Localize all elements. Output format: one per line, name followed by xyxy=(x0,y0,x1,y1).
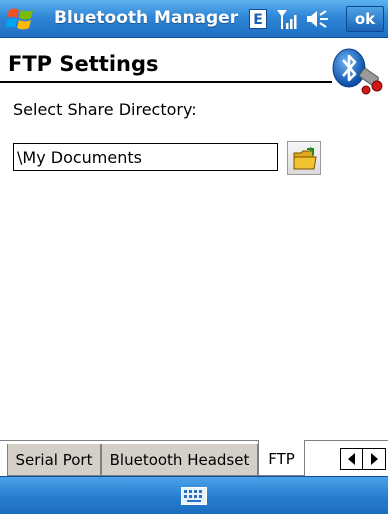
bluetooth-logo-icon xyxy=(332,48,383,95)
tab-scroll-buttons xyxy=(340,448,386,470)
tab-scroll-right-button[interactable] xyxy=(363,449,385,469)
edge-network-indicator[interactable]: E xyxy=(249,9,267,29)
tab-strip-border xyxy=(0,440,388,441)
signal-strength-icon[interactable] xyxy=(276,8,298,30)
tab-serial-port[interactable]: Serial Port xyxy=(7,444,101,476)
tab-scroll-left-button[interactable] xyxy=(341,449,363,469)
ok-button[interactable]: ok xyxy=(346,6,384,32)
windows-start-flag-icon[interactable] xyxy=(6,4,36,34)
arrow-left-icon xyxy=(348,453,355,465)
share-directory-label: Select Share Directory: xyxy=(13,100,197,119)
app-title: Bluetooth Manager xyxy=(54,8,239,28)
tab-strip: Serial Port Bluetooth Headset FTP xyxy=(0,440,388,476)
share-directory-input[interactable] xyxy=(13,143,278,171)
volume-icon[interactable] xyxy=(305,8,331,30)
keyboard-icon[interactable] xyxy=(181,487,207,505)
browse-folder-button[interactable] xyxy=(287,141,321,175)
title-bar: Bluetooth Manager E ok xyxy=(0,0,388,38)
menu-bar xyxy=(0,476,388,514)
arrow-right-icon xyxy=(371,453,378,465)
tab-ftp[interactable]: FTP xyxy=(258,440,305,476)
page-title: FTP Settings xyxy=(8,52,159,76)
header-divider xyxy=(0,81,332,83)
open-folder-icon xyxy=(293,147,317,170)
tab-bluetooth-headset[interactable]: Bluetooth Headset xyxy=(101,444,258,476)
